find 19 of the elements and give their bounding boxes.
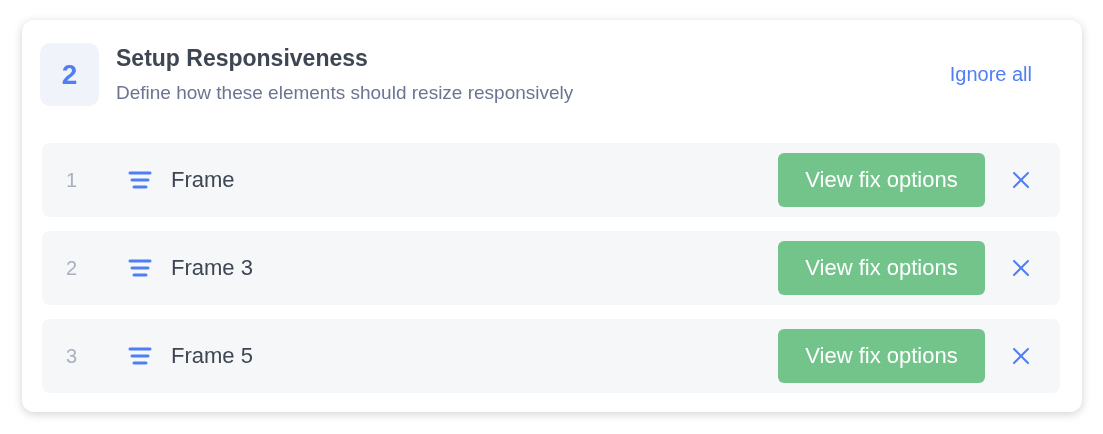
ignore-all-link[interactable]: Ignore all [949,63,1032,86]
frame-name: Frame 5 [171,343,254,369]
align-center-icon [128,171,152,189]
view-fix-options-button[interactable]: View fix options [778,153,985,207]
close-icon[interactable] [1012,347,1030,365]
row-number: 2 [66,256,79,280]
view-fix-options-button[interactable]: View fix options [778,329,985,383]
step-number: 2 [40,43,99,106]
close-icon[interactable] [1012,259,1030,277]
view-fix-options-button[interactable]: View fix options [778,241,985,295]
align-center-icon [128,347,152,365]
row-number: 3 [66,344,79,368]
frame-name: Frame [171,167,236,193]
frame-name: Frame 3 [171,255,254,281]
row-number: 1 [66,168,79,192]
align-center-icon [128,259,152,277]
step-title: Setup Responsiveness [116,45,369,72]
close-icon[interactable] [1012,171,1030,189]
step-description: Define how these elements should resize responsively [116,82,575,104]
